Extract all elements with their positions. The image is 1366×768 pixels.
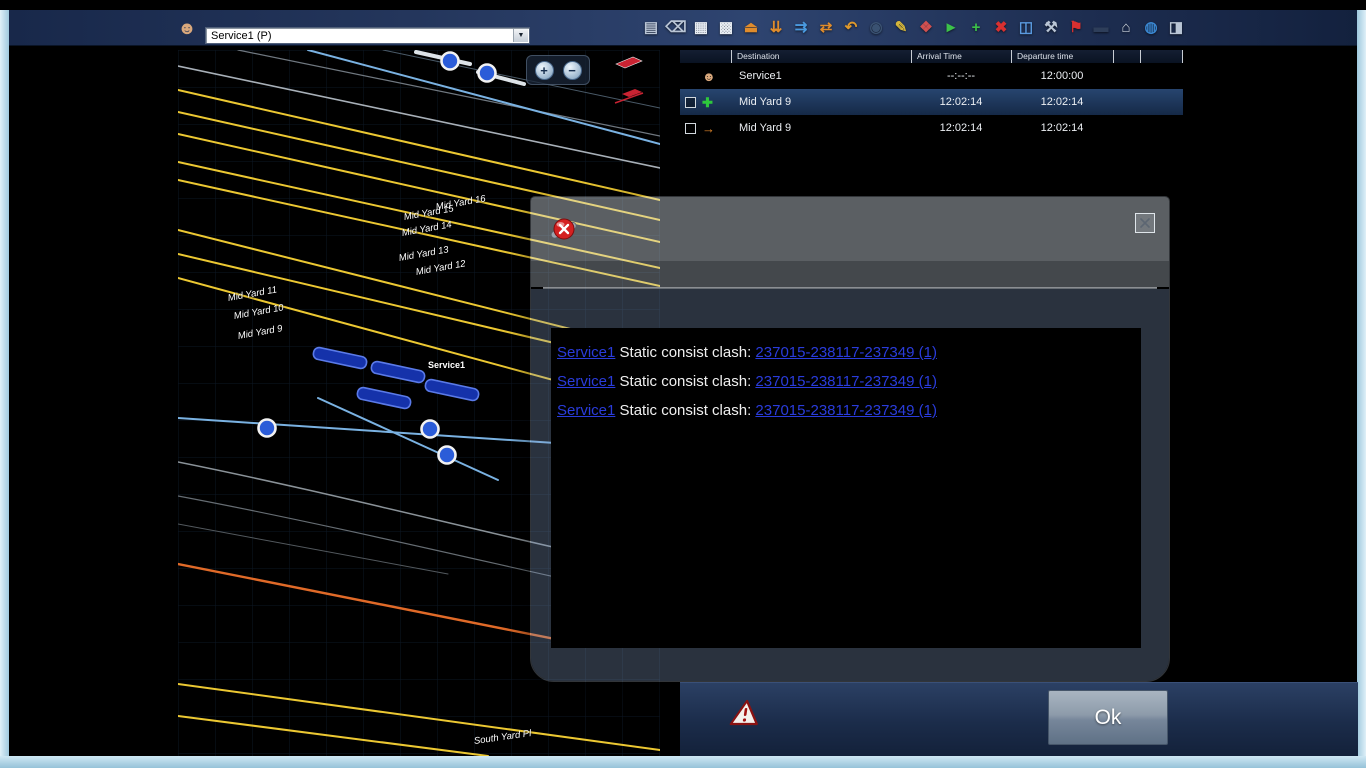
clash-message: Service1 Static consist clash: 237015-23… xyxy=(557,338,1135,367)
train-icon[interactable]: ▬ xyxy=(1090,15,1112,41)
clash-message: Service1 Static consist clash: 237015-23… xyxy=(557,396,1135,425)
driver-icon: ☻ xyxy=(702,70,716,83)
consist-clash-dialog: Service1 Static consist clash: 237015-23… xyxy=(530,196,1170,682)
zoom-out-button[interactable]: − xyxy=(563,61,582,80)
timetable-grid-icon[interactable]: ▦ xyxy=(690,15,712,41)
column-arrival-time: Arrival Time xyxy=(911,50,1011,63)
delete-icon[interactable]: ⌫ xyxy=(665,15,687,41)
screen-edge-bottom xyxy=(0,756,1366,768)
edit-notes-icon[interactable]: ✎ xyxy=(890,15,912,41)
screen-edge-left xyxy=(0,10,9,756)
cell-icon: → xyxy=(680,122,731,135)
add-instruction-icon[interactable]: + xyxy=(965,15,987,41)
cell-destination: Mid Yard 9 xyxy=(731,96,911,108)
clash-text: Static consist clash: xyxy=(615,373,755,390)
cell-icon: ☻ xyxy=(680,70,731,83)
warning-icon xyxy=(728,699,763,732)
consist-link[interactable]: 237015-238117-237349 (1) xyxy=(755,344,937,361)
flag-icon[interactable]: ⚑ xyxy=(1065,15,1087,41)
zoom-in-button[interactable]: + xyxy=(535,61,554,80)
screen-edge-right xyxy=(1357,10,1366,756)
column-icon xyxy=(680,50,731,63)
column-extra-1 xyxy=(1113,50,1140,63)
consist-link[interactable]: 237015-238117-237349 (1) xyxy=(755,373,937,390)
cell-arrival: --:--:-- xyxy=(911,70,1011,82)
service-selector-value: Service1 (P) xyxy=(206,28,529,42)
signal-icon[interactable]: ◨ xyxy=(1165,15,1187,41)
clash-text: Static consist clash: xyxy=(615,402,755,419)
add-stop-icon: ✚ xyxy=(702,96,713,109)
cell-icon: ✚ xyxy=(680,96,731,109)
clash-message: Service1 Static consist clash: 237015-23… xyxy=(557,367,1135,396)
consist-link[interactable]: 237015-238117-237349 (1) xyxy=(755,402,937,419)
chevron-down-icon[interactable]: ▼ xyxy=(513,29,528,42)
cell-arrival: 12:02:14 xyxy=(911,122,1011,134)
timetable-panel: Destination Arrival Time Departure time … xyxy=(680,50,1183,141)
checkbox-spacer xyxy=(685,71,696,82)
tools-icon[interactable]: ⚒ xyxy=(1040,15,1062,41)
depot-icon[interactable]: ⌂ xyxy=(1115,15,1137,41)
service-selector[interactable]: Service1 (P) ▼ xyxy=(205,27,530,44)
swap-direction-icon[interactable]: ⇄ xyxy=(815,15,837,41)
transfer-right-icon[interactable]: ⇉ xyxy=(790,15,812,41)
copy-timetable-icon[interactable]: ◫ xyxy=(1015,15,1037,41)
insert-below-icon[interactable]: ⇊ xyxy=(765,15,787,41)
column-destination: Destination xyxy=(731,50,911,63)
cell-arrival: 12:02:14 xyxy=(911,96,1011,108)
dialog-close-button[interactable] xyxy=(1135,213,1155,233)
find-service-icon[interactable]: ◉ xyxy=(865,15,887,41)
zoom-controls: + − xyxy=(526,55,590,85)
dialog-body: Service1 Static consist clash: 237015-23… xyxy=(531,289,1169,681)
dialog-titlebar[interactable] xyxy=(531,197,1169,261)
row-checkbox[interactable] xyxy=(685,97,696,108)
cell-departure: 12:02:14 xyxy=(1011,96,1113,108)
palette-icon[interactable]: ❖ xyxy=(915,15,937,41)
eject-service-icon[interactable]: ⏏ xyxy=(740,15,762,41)
delete-instruction-icon[interactable]: ✖ xyxy=(990,15,1012,41)
toolbar-icons: ▤⌫▦▩⏏⇊⇉⇄↶◉✎❖►+✖◫⚒⚑▬⌂◍◨ xyxy=(640,15,1187,41)
column-extra-2 xyxy=(1140,50,1183,63)
top-toolbar: ☻ Service1 (P) ▼ ▤⌫▦▩⏏⇊⇉⇄↶◉✎❖►+✖◫⚒⚑▬⌂◍◨ xyxy=(9,10,1357,46)
service-link[interactable]: Service1 xyxy=(557,344,615,361)
add-driver-icon[interactable]: ► xyxy=(940,15,962,41)
save-icon[interactable]: ▤ xyxy=(640,15,662,41)
cell-departure: 12:00:00 xyxy=(1011,70,1113,82)
table-header: Destination Arrival Time Departure time xyxy=(680,50,1183,63)
dialog-footer: Ok xyxy=(680,682,1358,756)
table-row[interactable]: ☻ Service1--:--:--12:00:00 xyxy=(680,63,1183,89)
clash-message-list: Service1 Static consist clash: 237015-23… xyxy=(551,328,1141,648)
column-departure-time: Departure time xyxy=(1011,50,1113,63)
cell-destination: Service1 xyxy=(731,70,911,82)
table-row[interactable]: →Mid Yard 912:02:1412:02:14 xyxy=(680,115,1183,141)
table-row[interactable]: ✚Mid Yard 912:02:1412:02:14 xyxy=(680,89,1183,115)
move-stop-icon: → xyxy=(702,122,715,135)
cell-departure: 12:02:14 xyxy=(1011,122,1113,134)
application-window: ☻ Service1 (P) ▼ ▤⌫▦▩⏏⇊⇉⇄↶◉✎❖►+✖◫⚒⚑▬⌂◍◨ xyxy=(0,0,1366,768)
timetable-grid-add-icon[interactable]: ▩ xyxy=(715,15,737,41)
table-rows: ☻Service1--:--:--12:00:00✚Mid Yard 912:0… xyxy=(680,63,1183,141)
error-icon xyxy=(547,215,581,250)
close-icon xyxy=(1139,217,1151,229)
clash-text: Static consist clash: xyxy=(615,344,755,361)
service-link[interactable]: Service1 xyxy=(557,402,615,419)
world-icon[interactable]: ◍ xyxy=(1140,15,1162,41)
cell-destination: Mid Yard 9 xyxy=(731,122,911,134)
service-link[interactable]: Service1 xyxy=(557,373,615,390)
driver-icon: ☻ xyxy=(176,15,198,41)
row-checkbox[interactable] xyxy=(685,123,696,134)
dialog-subheader xyxy=(531,261,1169,287)
ok-button[interactable]: Ok xyxy=(1048,690,1168,745)
undo-icon[interactable]: ↶ xyxy=(840,15,862,41)
